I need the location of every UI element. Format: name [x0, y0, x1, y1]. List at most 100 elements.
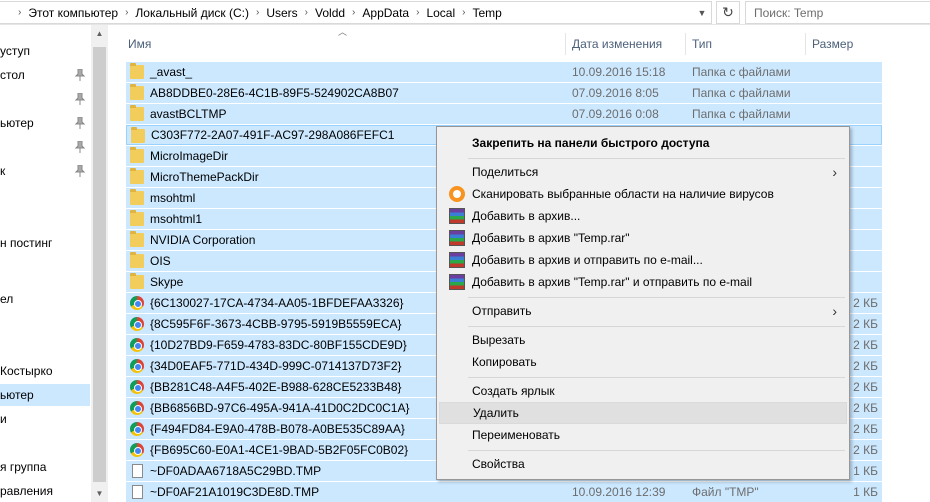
file-name: msohtml1	[150, 212, 203, 226]
context-menu: Закрепить на панели быстрого доступа Под…	[436, 126, 850, 480]
file-name: ~DF0AF21A1019C3DE8D.TMP	[150, 485, 320, 499]
menu-item-pin-quick-access[interactable]: Закрепить на панели быстрого доступа	[439, 132, 847, 154]
file-size: 2 КБ	[853, 443, 878, 457]
menu-item-add-temp-rar-email[interactable]: Добавить в архив "Temp.rar" и отправить …	[439, 271, 847, 293]
file-size: 1 КБ	[853, 485, 878, 499]
chrome-icon	[130, 317, 144, 331]
file-date: 10.09.2016 12:39	[572, 485, 666, 499]
chrome-icon	[130, 296, 144, 310]
file-row[interactable]: AB8DDBE0-28E6-4C1B-89F5-524902CA8B07 07.0…	[126, 83, 882, 103]
menu-item-send-to[interactable]: Отправить ›	[439, 300, 847, 322]
file-size: 2 КБ	[853, 422, 878, 436]
pin-icon	[75, 69, 85, 81]
menu-item-properties[interactable]: Свойства	[439, 453, 847, 475]
column-type[interactable]: Тип	[686, 33, 806, 55]
chevron-down-icon[interactable]: ▼	[692, 1, 712, 24]
file-name: ~DF0ADAA6718A5C29BD.TMP	[150, 464, 322, 478]
chrome-icon	[130, 443, 144, 457]
crumb-sep-leading: ›	[18, 7, 22, 18]
scroll-down-icon[interactable]: ▼	[91, 485, 108, 502]
menu-item-avast-scan[interactable]: Сканировать выбранные области на наличие…	[439, 183, 847, 205]
file-row[interactable]: _avast_ 10.09.2016 15:18 Папка с файлами	[126, 62, 882, 82]
menu-separator	[468, 377, 845, 378]
folder-icon	[130, 84, 144, 100]
chrome-icon	[130, 359, 144, 373]
crumb-local-disk[interactable]: Локальный диск (C:) ›	[135, 2, 266, 23]
refresh-icon[interactable]: ↻	[716, 1, 740, 24]
menu-item-share[interactable]: Поделиться ›	[439, 161, 847, 183]
crumb-this-pc[interactable]: Этот компьютер ›	[28, 2, 135, 23]
file-name: avastBCLTMP	[150, 107, 227, 121]
menu-item-cut[interactable]: Вырезать	[439, 329, 847, 351]
crumb-local[interactable]: Local ›	[426, 2, 472, 23]
folder-icon	[130, 231, 144, 247]
chrome-icon	[130, 338, 144, 352]
pin-icon	[75, 93, 85, 105]
winrar-icon	[449, 208, 465, 224]
nav-item[interactable]: н постинг	[0, 232, 52, 254]
file-name: msohtml	[150, 191, 196, 205]
file-type: Папка с файлами	[692, 107, 791, 121]
winrar-icon	[449, 274, 465, 290]
column-size[interactable]: Размер	[806, 33, 886, 55]
column-name[interactable]: Имя	[122, 33, 566, 55]
file-name: AB8DDBE0-28E6-4C1B-89F5-524902CA8B07	[150, 86, 399, 100]
nav-item[interactable]: ел	[0, 288, 13, 310]
file-size: 2 КБ	[853, 401, 878, 415]
navigation-pane: уступ стол ьютер к н постинг ел Костырко…	[0, 25, 108, 502]
menu-item-create-shortcut[interactable]: Создать ярлык	[439, 380, 847, 402]
chevron-right-icon: ›	[832, 303, 837, 319]
breadcrumb[interactable]: › Этот компьютер › Локальный диск (C:) › U…	[0, 1, 712, 24]
menu-item-add-archive[interactable]: Добавить в архив...	[439, 205, 847, 227]
menu-item-rename[interactable]: Переименовать	[439, 424, 847, 446]
scroll-up-icon[interactable]: ▲	[91, 25, 108, 42]
file-size: 2 КБ	[853, 338, 878, 352]
nav-item[interactable]: Костырко	[0, 360, 53, 382]
file-size: 2 КБ	[853, 380, 878, 394]
nav-item-selected[interactable]: ьютер	[0, 384, 90, 406]
column-date[interactable]: Дата изменения	[566, 33, 686, 55]
nav-item[interactable]: стол	[0, 64, 25, 86]
file-name: MicroImageDir	[150, 149, 229, 163]
search-input[interactable]: Поиск: Temp	[745, 1, 930, 24]
file-row[interactable]: ~DF0AF21A1019C3DE8D.TMP 10.09.2016 12:39 Ф…	[126, 482, 882, 502]
crumb-temp[interactable]: Temp	[472, 2, 501, 23]
folder-icon	[130, 273, 144, 289]
nav-item[interactable]: равления	[0, 480, 53, 502]
menu-separator	[468, 158, 845, 159]
crumb-appdata[interactable]: AppData ›	[362, 2, 426, 23]
menu-item-copy[interactable]: Копировать	[439, 351, 847, 373]
file-type: Папка с файлами	[692, 86, 791, 100]
nav-item[interactable]: и	[0, 408, 7, 430]
scrollbar-thumb[interactable]	[93, 47, 106, 482]
nav-item[interactable]: уступ	[0, 40, 30, 62]
nav-item[interactable]: к	[0, 160, 5, 182]
address-bar: › Этот компьютер › Локальный диск (C:) › U…	[0, 0, 930, 25]
folder-icon	[130, 147, 144, 163]
menu-item-delete[interactable]: Удалить	[439, 402, 847, 424]
file-name: Skype	[150, 275, 184, 289]
menu-separator	[468, 297, 845, 298]
file-size: 2 КБ	[853, 296, 878, 310]
file-name: {6C130027-17CA-4734-AA05-1BFDEFAA3326}	[150, 296, 404, 310]
folder-icon	[130, 189, 144, 205]
nav-item[interactable]: ьютер	[0, 112, 34, 134]
crumb-users[interactable]: Users ›	[266, 2, 315, 23]
pin-icon	[75, 141, 85, 153]
file-name: OIS	[150, 254, 171, 268]
chevron-right-icon: ›	[832, 164, 837, 180]
file-name: {8C595F6F-3673-4CBB-9795-5919B5559ECA}	[150, 317, 402, 331]
file-date: 07.09.2016 8:05	[572, 86, 659, 100]
file-type: Файл "TMP"	[692, 485, 759, 499]
file-row[interactable]: avastBCLTMP 07.09.2016 0:08 Папка с файлам…	[126, 104, 882, 124]
nav-scrollbar[interactable]: ▲ ▼	[91, 25, 108, 502]
menu-item-add-email[interactable]: Добавить в архив и отправить по e-mail..…	[439, 249, 847, 271]
file-name: {FB695C60-E0A1-4CE1-9BAD-5B2F05FC0B02}	[150, 443, 409, 457]
crumb-voldd[interactable]: Voldd ›	[315, 2, 362, 23]
nav-item[interactable]: я группа	[0, 456, 46, 478]
avast-icon	[449, 186, 465, 202]
winrar-icon	[449, 252, 465, 268]
menu-item-add-temp-rar[interactable]: Добавить в архив "Temp.rar"	[439, 227, 847, 249]
file-name: {F494FD84-E9A0-478B-B078-A0BE535C89AA}	[150, 422, 405, 436]
file-size: 1 КБ	[853, 464, 878, 478]
